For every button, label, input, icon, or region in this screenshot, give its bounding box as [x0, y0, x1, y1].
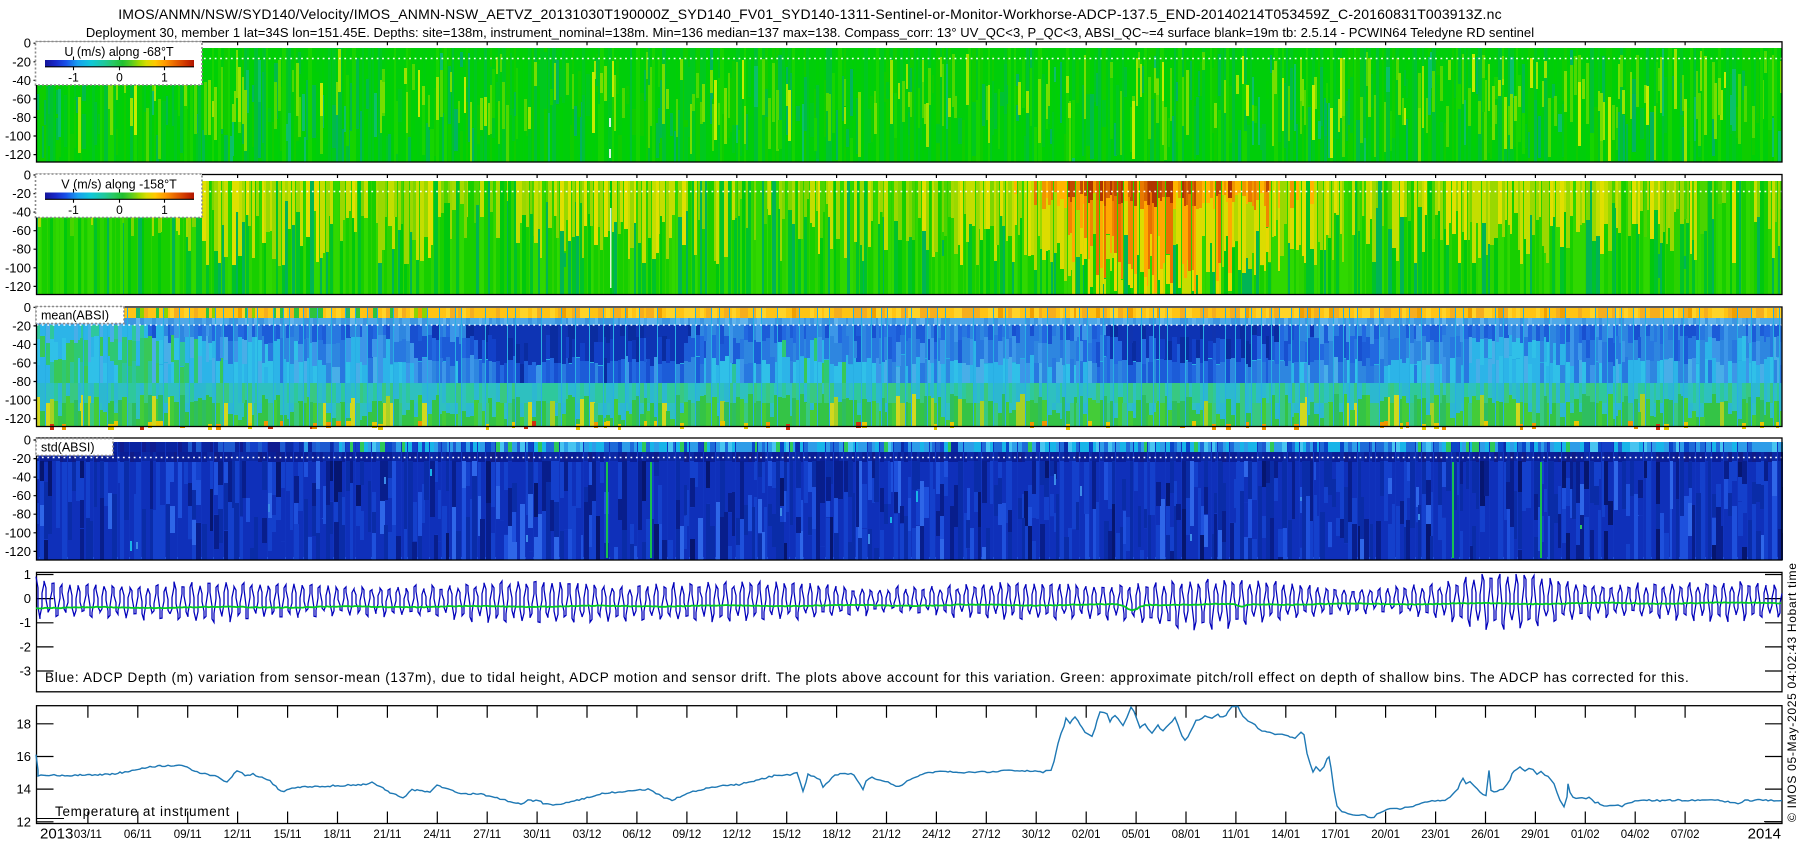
svg-text:24/11: 24/11: [423, 829, 451, 841]
svg-text:-40: -40: [12, 337, 31, 352]
svg-text:03/11: 03/11: [74, 829, 102, 841]
svg-text:-100: -100: [5, 260, 31, 275]
svg-text:16: 16: [17, 749, 31, 764]
svg-text:30/12: 30/12: [1022, 829, 1051, 841]
svg-text:0: 0: [24, 300, 31, 315]
svg-text:30/11: 30/11: [523, 829, 551, 841]
svg-text:23/01: 23/01: [1421, 829, 1450, 841]
svg-text:2014: 2014: [1748, 826, 1781, 843]
svg-text:-60: -60: [12, 91, 31, 106]
svg-text:09/11: 09/11: [174, 829, 202, 841]
svg-text:-60: -60: [12, 223, 31, 238]
svg-text:IMOS/ANMN/NSW/SYD140/Velocity/: IMOS/ANMN/NSW/SYD140/Velocity/IMOS_ANMN-…: [118, 6, 1502, 22]
svg-text:-80: -80: [12, 374, 31, 389]
svg-text:-100: -100: [5, 393, 31, 408]
svg-text:18: 18: [17, 716, 31, 731]
svg-text:Deployment 30, member 1 lat=34: Deployment 30, member 1 lat=34S lon=151.…: [86, 25, 1534, 40]
svg-text:-80: -80: [12, 507, 31, 522]
svg-text:20/01: 20/01: [1371, 829, 1400, 841]
svg-text:0: 0: [116, 203, 123, 217]
svg-text:-20: -20: [12, 318, 31, 333]
svg-text:08/01: 08/01: [1172, 829, 1201, 841]
svg-text:06/11: 06/11: [124, 829, 152, 841]
svg-text:-20: -20: [12, 186, 31, 201]
svg-text:11/01: 11/01: [1222, 829, 1250, 841]
svg-text:26/01: 26/01: [1471, 829, 1500, 841]
svg-text:15/11: 15/11: [274, 829, 302, 841]
svg-text:21/12: 21/12: [872, 829, 901, 841]
svg-text:17/01: 17/01: [1321, 829, 1350, 841]
svg-text:12: 12: [17, 814, 31, 829]
svg-text:05/01: 05/01: [1122, 829, 1151, 841]
svg-text:-40: -40: [12, 73, 31, 88]
svg-text:-20: -20: [12, 451, 31, 466]
svg-text:03/12: 03/12: [573, 829, 602, 841]
svg-text:-120: -120: [5, 544, 31, 559]
svg-text:-120: -120: [5, 279, 31, 294]
svg-text:Temperature at instrument: Temperature at instrument: [55, 804, 230, 819]
svg-text:15/12: 15/12: [772, 829, 801, 841]
svg-text:07/02: 07/02: [1671, 829, 1700, 841]
svg-text:-1: -1: [68, 203, 79, 217]
svg-text:-3: -3: [19, 664, 31, 679]
svg-text:0: 0: [24, 168, 31, 183]
svg-text:02/01: 02/01: [1072, 829, 1101, 841]
svg-text:Blue: ADCP Depth (m) variation: Blue: ADCP Depth (m) variation from sens…: [45, 670, 1689, 685]
svg-text:-120: -120: [5, 147, 31, 162]
svg-text:18/11: 18/11: [324, 829, 352, 841]
svg-text:04/02: 04/02: [1621, 829, 1650, 841]
svg-text:-60: -60: [12, 356, 31, 371]
svg-text:© IMOS 05-May-2025 04:02:43 Ho: © IMOS 05-May-2025 04:02:43 Hobart time: [1785, 562, 1799, 822]
svg-text:27/11: 27/11: [473, 829, 501, 841]
svg-text:06/12: 06/12: [623, 829, 652, 841]
svg-text:24/12: 24/12: [922, 829, 951, 841]
svg-text:-2: -2: [19, 639, 31, 654]
svg-text:01/02: 01/02: [1571, 829, 1600, 841]
svg-text:0: 0: [24, 591, 31, 606]
svg-text:-120: -120: [5, 411, 31, 426]
svg-text:0: 0: [24, 36, 31, 51]
svg-text:27/12: 27/12: [972, 829, 1001, 841]
svg-text:-80: -80: [12, 110, 31, 125]
svg-text:1: 1: [24, 567, 31, 582]
svg-text:-80: -80: [12, 242, 31, 257]
svg-text:1: 1: [161, 71, 168, 85]
svg-text:-60: -60: [12, 488, 31, 503]
svg-text:21/11: 21/11: [373, 829, 401, 841]
svg-text:1: 1: [161, 203, 168, 217]
svg-text:0: 0: [116, 71, 123, 85]
svg-text:-20: -20: [12, 54, 31, 69]
svg-text:-100: -100: [5, 129, 31, 144]
svg-text:12/11: 12/11: [224, 829, 252, 841]
svg-text:14/01: 14/01: [1271, 829, 1300, 841]
svg-text:18/12: 18/12: [822, 829, 851, 841]
svg-text:std(ABSI): std(ABSI): [41, 441, 95, 455]
svg-text:14: 14: [17, 782, 31, 797]
svg-text:-40: -40: [12, 470, 31, 485]
svg-text:2013: 2013: [40, 826, 73, 843]
svg-text:-40: -40: [12, 205, 31, 220]
svg-text:-1: -1: [19, 615, 31, 630]
svg-text:12/12: 12/12: [722, 829, 751, 841]
svg-text:29/01: 29/01: [1521, 829, 1550, 841]
svg-text:-100: -100: [5, 525, 31, 540]
svg-text:0: 0: [24, 433, 31, 448]
svg-text:-1: -1: [68, 71, 79, 85]
svg-text:mean(ABSI): mean(ABSI): [41, 309, 109, 323]
svg-text:09/12: 09/12: [673, 829, 702, 841]
